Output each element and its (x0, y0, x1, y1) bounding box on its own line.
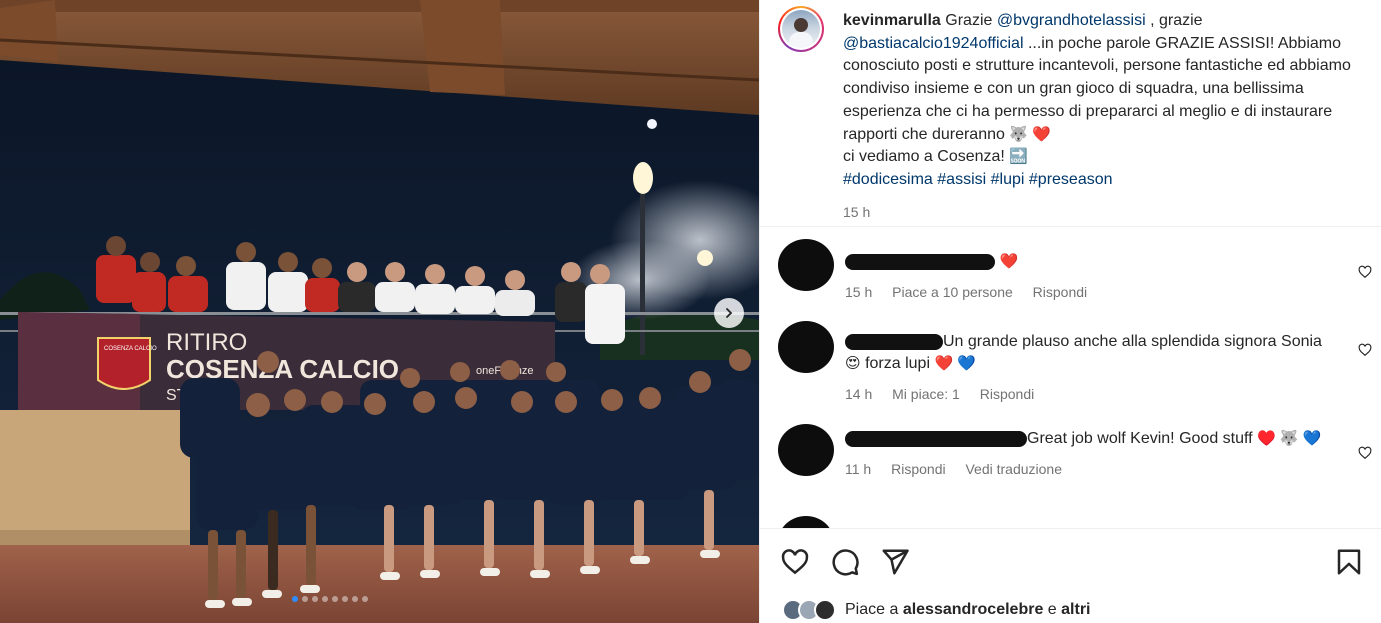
likes-prefix: Piace a (845, 601, 903, 618)
author-avatar[interactable] (778, 6, 824, 52)
like-comment-heart-icon[interactable] (1358, 446, 1372, 460)
carousel-dot (332, 596, 338, 602)
post-action-bar: Piace a alessandrocelebre e altri (760, 528, 1381, 623)
commenter-avatar[interactable] (778, 424, 834, 476)
caption-fragment: Grazie (945, 12, 997, 29)
reply-button[interactable]: Rispondi (1033, 284, 1087, 300)
comment-body: ❤️ 15 h Piace a 10 persone Rispondi (845, 251, 1325, 303)
hearts-emoji: ❤️ 💙 (934, 355, 976, 372)
share-icon[interactable] (880, 547, 910, 577)
likes-summary: Piace a alessandrocelebre e altri (782, 599, 1090, 621)
comment-likes[interactable]: Mi piace: 1 (892, 386, 960, 402)
commenter-avatar[interactable] (778, 239, 834, 291)
crest-label: COSENZA CALCIO (104, 346, 157, 352)
carousel-indicator (292, 596, 368, 602)
comment-body: Un grande plauso anche alla splendida si… (845, 331, 1325, 405)
redacted-username (845, 333, 943, 350)
heart-emoji: ❤️ (999, 253, 1019, 270)
reply-button[interactable]: Rispondi (980, 386, 1034, 402)
author-username[interactable]: kevinmarulla (843, 12, 941, 29)
caption-closing: ci vediamo a Cosenza! (843, 148, 1010, 166)
caption-text: kevinmarulla Grazie @bvgrandhotelassisi … (843, 10, 1368, 223)
soon-emoji: 🔜 (1009, 148, 1028, 166)
redacted-username (845, 430, 1027, 447)
comment-likes[interactable]: Piace a 10 persone (892, 284, 1013, 300)
carousel-dot (352, 596, 358, 602)
carousel-dot (362, 596, 368, 602)
comment-text: forza lupi (860, 355, 935, 372)
comment-text: Un grande plauso anche alla splendida si… (943, 333, 1322, 350)
carousel-dot (312, 596, 318, 602)
hashtag-link[interactable]: #dodicesima (843, 171, 933, 188)
post-details-panel: kevinmarulla Grazie @bvgrandhotelassisi … (759, 0, 1381, 623)
banner-line1: RITIRO (166, 329, 247, 356)
carousel-dot (322, 596, 328, 602)
comment-time[interactable]: 14 h (845, 386, 872, 402)
caption-fragment: , grazie (1145, 12, 1203, 29)
comment-time[interactable]: 11 h (845, 461, 871, 477)
comments-list: ❤️ 15 h Piace a 10 persone Rispondi Un g… (778, 232, 1378, 528)
chevron-right-icon (726, 308, 733, 318)
mention-link[interactable]: @bastiacalcio1924official (843, 35, 1024, 52)
comment-meta: 14 h Mi piace: 1 Rispondi (845, 383, 1325, 405)
next-photo-button[interactable] (714, 298, 744, 328)
comment-body: Great job wolf Kevin! Good stuff ♥️ 🐺 💙 … (845, 428, 1325, 480)
hearts-wolf-emoji: ♥️ 🐺 💙 (1257, 430, 1322, 447)
comment-meta: 15 h Piace a 10 persone Rispondi (845, 281, 1325, 303)
liker-avatar[interactable] (814, 599, 836, 621)
reply-button[interactable]: Rispondi (891, 461, 945, 477)
commenter-avatar[interactable] (778, 321, 834, 373)
comment-icon[interactable] (830, 547, 860, 577)
likes-conjunction: e (1043, 601, 1062, 618)
divider (760, 226, 1381, 227)
like-comment-heart-icon[interactable] (1358, 343, 1372, 357)
comment-meta: 11 h Rispondi Vedi traduzione (845, 458, 1325, 480)
redacted-username (845, 253, 995, 270)
comment-text: Great job wolf Kevin! Good stuff (1027, 430, 1258, 447)
hashtag-link[interactable]: #preseason (1029, 171, 1113, 188)
hashtag-link[interactable]: #assisi (937, 171, 986, 188)
comment-time[interactable]: 15 h (845, 284, 872, 300)
heart-eyes-emoji: 😍 (845, 355, 861, 372)
wolf-heart-emoji: 🐺 ❤️ (1009, 125, 1051, 143)
heart-icon[interactable] (780, 547, 810, 577)
carousel-dot (302, 596, 308, 602)
mention-link[interactable]: @bvgrandhotelassisi (997, 12, 1146, 29)
hashtag-link[interactable]: #lupi (991, 171, 1025, 188)
likes-text: Piace a alessandrocelebre e altri (845, 601, 1090, 619)
carousel-dot (292, 596, 298, 602)
carousel-dot (342, 596, 348, 602)
like-comment-heart-icon[interactable] (1358, 265, 1372, 279)
post-photo: COSENZA CALCIO RITIRO COSENZA CALCIO ST … (0, 0, 759, 623)
likes-others-link[interactable]: altri (1061, 601, 1090, 618)
post-time[interactable]: 15 h (843, 201, 1368, 224)
see-translation-link[interactable]: Vedi traduzione (965, 461, 1062, 477)
liker-username[interactable]: alessandrocelebre (903, 601, 1044, 618)
post-caption: kevinmarulla Grazie @bvgrandhotelassisi … (778, 6, 1368, 223)
bookmark-icon[interactable] (1334, 547, 1364, 577)
team-photo-illustration: COSENZA CALCIO RITIRO COSENZA CALCIO ST … (0, 0, 759, 623)
commenter-avatar[interactable] (778, 516, 834, 528)
